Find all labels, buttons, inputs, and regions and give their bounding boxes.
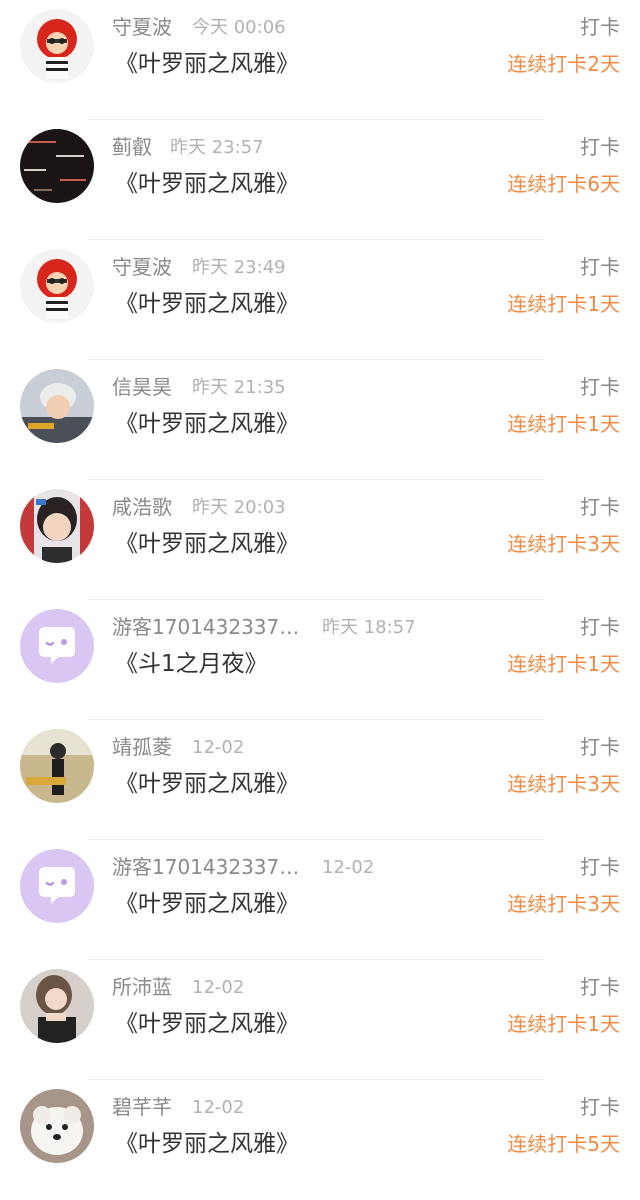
- list-item[interactable]: 信昊昊 昨天 21:35 《叶罗丽之风雅》 打卡 连续打卡1天: [0, 360, 640, 480]
- user-name[interactable]: 碧芊芊: [112, 1093, 172, 1121]
- streak-badge: 连续打卡3天: [507, 532, 620, 556]
- checkin-time: 昨天 23:49: [192, 257, 286, 278]
- streak-badge: 连续打卡2天: [507, 52, 620, 76]
- streak-badge: 连续打卡6天: [507, 172, 620, 196]
- person-photo-avatar[interactable]: [20, 369, 94, 443]
- checkin-time: 昨天 20:03: [192, 497, 286, 518]
- checkin-time: 今天 00:06: [192, 17, 286, 38]
- checkin-time: 昨天 21:35: [192, 377, 286, 398]
- book-title[interactable]: 《叶罗丽之风雅》: [115, 769, 299, 799]
- red-ball-character-avatar[interactable]: [20, 9, 94, 83]
- girl-photo-avatar[interactable]: [20, 489, 94, 563]
- streak-badge: 连续打卡3天: [507, 892, 620, 916]
- list-item[interactable]: 守夏波 昨天 23:49 《叶罗丽之风雅》 打卡 连续打卡1天: [0, 240, 640, 360]
- user-name[interactable]: 游客17014323379...: [112, 613, 302, 641]
- checkin-label: 打卡: [580, 375, 620, 399]
- guest-chat-bubble-icon[interactable]: [20, 609, 94, 683]
- book-title[interactable]: 《叶罗丽之风雅》: [115, 409, 299, 439]
- user-name[interactable]: 靖孤菱: [112, 733, 172, 761]
- streak-badge: 连续打卡1天: [507, 1012, 620, 1036]
- checkin-time: 12-02: [192, 737, 245, 758]
- list-item[interactable]: 守夏波 今天 00:06 《叶罗丽之风雅》 打卡 连续打卡2天: [0, 0, 640, 120]
- checkin-label: 打卡: [580, 615, 620, 639]
- user-name[interactable]: 游客17014323379...: [112, 853, 302, 881]
- streak-badge: 连续打卡1天: [507, 292, 620, 316]
- streak-badge: 连续打卡5天: [507, 1132, 620, 1156]
- streak-badge: 连续打卡1天: [507, 652, 620, 676]
- guest-chat-bubble-icon[interactable]: [20, 849, 94, 923]
- checkin-label: 打卡: [580, 735, 620, 759]
- list-item[interactable]: 所沛蓝 12-02 《叶罗丽之风雅》 打卡 连续打卡1天: [0, 960, 640, 1080]
- user-name[interactable]: 信昊昊: [112, 373, 172, 401]
- streak-badge: 连续打卡1天: [507, 412, 620, 436]
- list-item[interactable]: 靖孤菱 12-02 《叶罗丽之风雅》 打卡 连续打卡3天: [0, 720, 640, 840]
- checkin-label: 打卡: [580, 15, 620, 39]
- book-title[interactable]: 《叶罗丽之风雅》: [115, 889, 299, 919]
- user-name[interactable]: 守夏波: [112, 253, 172, 281]
- checkin-label: 打卡: [580, 855, 620, 879]
- book-title[interactable]: 《叶罗丽之风雅》: [115, 529, 299, 559]
- checkin-label: 打卡: [580, 975, 620, 999]
- list-item[interactable]: 蓟叡 昨天 23:57 《叶罗丽之风雅》 打卡 连续打卡6天: [0, 120, 640, 240]
- red-ball-character-avatar[interactable]: [20, 249, 94, 323]
- user-name[interactable]: 所沛蓝: [112, 973, 172, 1001]
- user-name[interactable]: 咸浩歌: [112, 493, 172, 521]
- list-item[interactable]: 碧芊芊 12-02 《叶罗丽之风雅》 打卡 连续打卡5天: [0, 1080, 640, 1200]
- book-title[interactable]: 《叶罗丽之风雅》: [115, 1009, 299, 1039]
- checkin-time: 昨天 18:57: [322, 617, 416, 638]
- checkin-list: 守夏波 今天 00:06 《叶罗丽之风雅》 打卡 连续打卡2天 蓟叡 昨天 23…: [0, 0, 640, 1173]
- checkin-label: 打卡: [580, 135, 620, 159]
- checkin-time: 12-02: [192, 1097, 245, 1118]
- checkin-time: 12-02: [322, 857, 375, 878]
- checkin-label: 打卡: [580, 255, 620, 279]
- dark-text-avatar[interactable]: [20, 129, 94, 203]
- user-name[interactable]: 蓟叡: [112, 133, 152, 161]
- book-title[interactable]: 《叶罗丽之风雅》: [115, 49, 299, 79]
- white-dog-avatar[interactable]: [20, 1089, 94, 1163]
- checkin-label: 打卡: [580, 495, 620, 519]
- list-item[interactable]: 游客17014323379... 12-02 《叶罗丽之风雅》 打卡 连续打卡3…: [0, 840, 640, 960]
- checkin-label: 打卡: [580, 1095, 620, 1119]
- field-photo-avatar[interactable]: [20, 729, 94, 803]
- checkin-time: 12-02: [192, 977, 245, 998]
- book-title[interactable]: 《叶罗丽之风雅》: [115, 1129, 299, 1159]
- checkin-time: 昨天 23:57: [170, 137, 264, 158]
- list-item[interactable]: 游客17014323379... 昨天 18:57 《斗1之月夜》 打卡 连续打…: [0, 600, 640, 720]
- woman-photo-avatar[interactable]: [20, 969, 94, 1043]
- streak-badge: 连续打卡3天: [507, 772, 620, 796]
- book-title[interactable]: 《叶罗丽之风雅》: [115, 169, 299, 199]
- book-title[interactable]: 《叶罗丽之风雅》: [115, 289, 299, 319]
- user-name[interactable]: 守夏波: [112, 13, 172, 41]
- list-item[interactable]: 咸浩歌 昨天 20:03 《叶罗丽之风雅》 打卡 连续打卡3天: [0, 480, 640, 600]
- book-title[interactable]: 《斗1之月夜》: [115, 649, 268, 679]
